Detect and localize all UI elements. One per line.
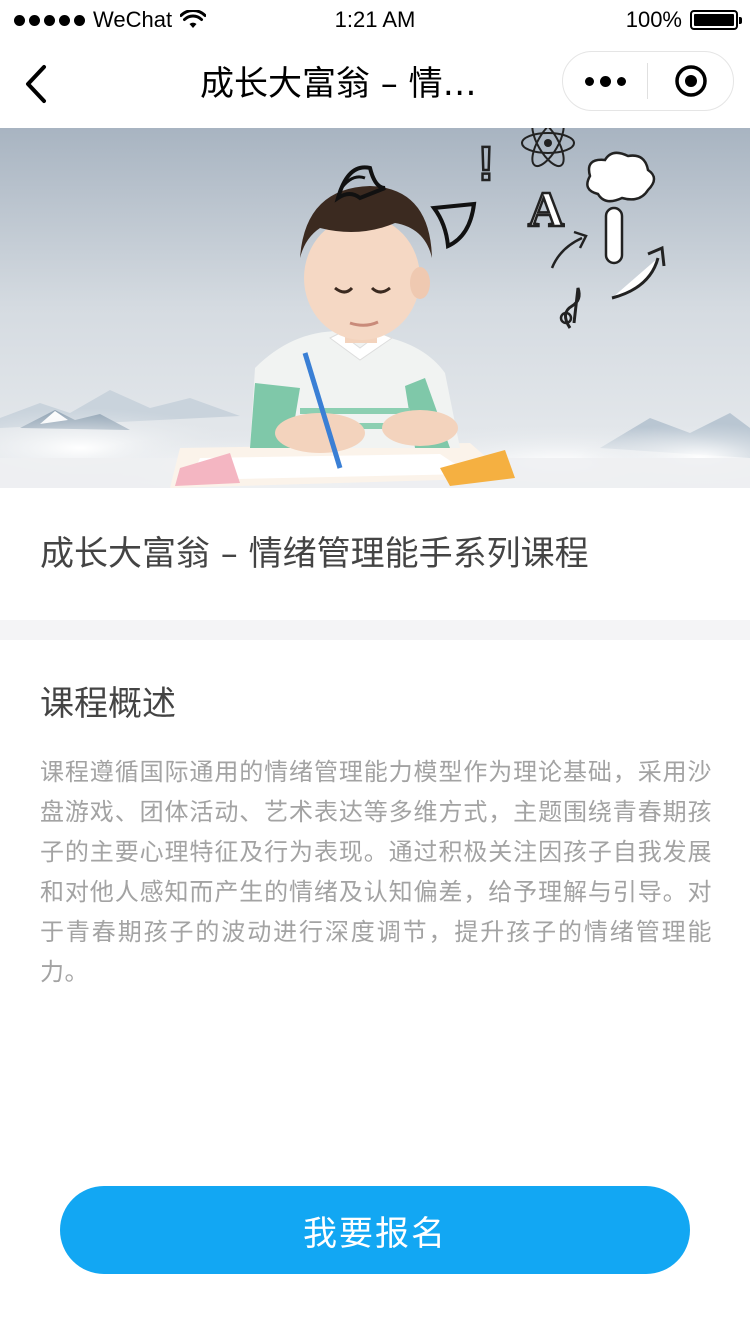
battery-icon [690,10,742,30]
status-bar: WeChat 1:21 AM 100% [0,0,750,40]
page-title: 成长大富翁 – 情… [200,64,477,104]
course-banner: ! A [0,128,750,488]
signup-button[interactable]: 我要报名 [60,1186,690,1274]
back-button[interactable] [18,60,54,108]
course-title: 成长大富翁 – 情绪管理能手系列课程 [40,534,589,574]
doodle-exclamation: ! [478,138,494,191]
more-dots-icon [584,76,594,86]
status-right: 100% [625,7,742,33]
navigation-bar: 成长大富翁 – 情… [0,40,750,128]
overview-description: 课程遵循国际通用的情绪管理能力模型作为理论基础，采用沙盘游戏、团体活动、艺术表达… [40,758,712,986]
close-button[interactable] [648,52,733,110]
target-close-icon [674,65,707,97]
mini-program-capsule [562,51,734,111]
chevron-left-icon [26,65,46,103]
battery-percent: 100% [625,7,682,32]
more-button[interactable] [563,52,647,110]
doodle-letter: A [528,181,564,237]
section-divider [0,620,750,640]
banner-illustration: ! A [0,128,750,488]
overview-heading: 课程概述 [40,684,176,724]
